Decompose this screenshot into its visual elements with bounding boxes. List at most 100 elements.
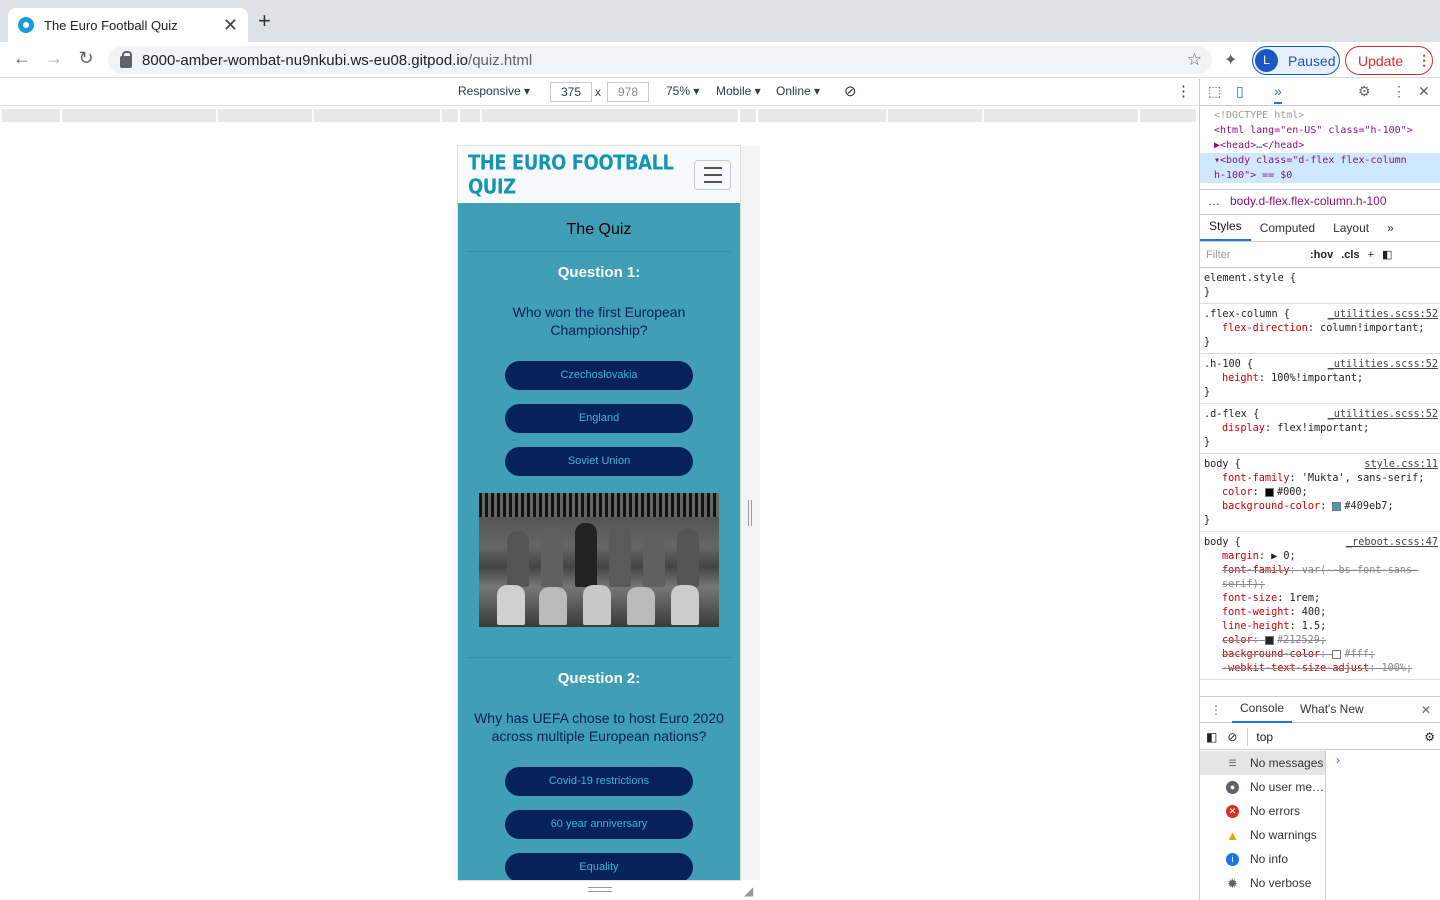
css-rule[interactable]: body {_reboot.scss:47 margin: ▶ 0; font-fa…: [1200, 532, 1440, 680]
css-property[interactable]: background-color: #fff;: [1204, 648, 1436, 662]
console-prompt-icon[interactable]: ›: [1336, 753, 1340, 767]
css-rule[interactable]: element.style {}: [1200, 268, 1440, 304]
filter-messages[interactable]: ☰ No messages: [1200, 751, 1325, 775]
answer-button[interactable]: 60 year anniversary: [505, 810, 693, 839]
css-source-link[interactable]: _utilities.scss:52: [1328, 358, 1438, 372]
answer-button[interactable]: Covid-19 restrictions: [505, 767, 693, 796]
inspect-element-icon[interactable]: ⬚: [1208, 83, 1221, 100]
breadcrumb-more-icon[interactable]: …: [1208, 194, 1220, 208]
browser-tab[interactable]: The Euro Football Quiz ✕: [8, 8, 248, 42]
context-selector[interactable]: top: [1247, 727, 1377, 746]
tab-more[interactable]: »: [1378, 221, 1403, 241]
css-property[interactable]: margin: ▶ 0;: [1204, 550, 1436, 564]
more-panels-icon[interactable]: »: [1274, 83, 1282, 104]
filter-user-messages[interactable]: ● No user me…: [1200, 775, 1325, 799]
color-swatch[interactable]: [1332, 501, 1342, 511]
dom-line[interactable]: <html lang="en-US" class="h-100">: [1214, 123, 1440, 138]
filter-warnings[interactable]: ▲ No warnings: [1200, 823, 1325, 847]
css-source-link[interactable]: style.css:11: [1364, 458, 1438, 472]
filter-info[interactable]: i No info: [1200, 847, 1325, 871]
zoom-dropdown[interactable]: 75% ▾: [666, 84, 699, 98]
filter-errors[interactable]: ✕ No errors: [1200, 799, 1325, 823]
hamburger-menu-button[interactable]: [694, 159, 731, 190]
css-source-link[interactable]: _reboot.scss:47: [1346, 536, 1438, 550]
console-sidebar-icon[interactable]: ◧: [1206, 730, 1217, 744]
css-property[interactable]: display: flex!important;: [1204, 422, 1436, 436]
color-swatch[interactable]: [1332, 649, 1342, 659]
css-property[interactable]: line-height: 1.5;: [1204, 620, 1436, 634]
new-tab-icon[interactable]: +: [258, 10, 271, 32]
filter-input[interactable]: Filter: [1206, 249, 1302, 261]
css-property[interactable]: font-size: 1rem;: [1204, 592, 1436, 606]
hov-toggle[interactable]: :hov: [1310, 249, 1333, 261]
resize-corner-icon[interactable]: ◢: [744, 884, 753, 898]
answer-button[interactable]: England: [505, 404, 693, 433]
profile-button[interactable]: L Paused: [1252, 46, 1340, 75]
answer-button[interactable]: Soviet Union: [505, 447, 693, 476]
css-rule[interactable]: .flex-column {_utilities.scss:52 flex-dir…: [1200, 304, 1440, 354]
color-swatch[interactable]: [1264, 635, 1274, 645]
css-property[interactable]: font-weight: 400;: [1204, 606, 1436, 620]
devtools-menu-icon[interactable]: ⋮: [1392, 83, 1406, 100]
more-options-icon[interactable]: ⋮: [1176, 82, 1191, 100]
console-sidebar: ☰ No messages ● No user me… ✕ No errors ▲ No…: [1200, 751, 1326, 900]
throttle-dropdown[interactable]: Mobile ▾: [716, 84, 761, 98]
reload-icon[interactable]: ↻: [74, 48, 98, 69]
address-bar[interactable]: 8000-amber-wombat-nu9nkubi.ws-eu08.gitpo…: [108, 46, 1212, 74]
dom-line-selected[interactable]: h-100"> == $0: [1200, 168, 1440, 183]
css-rule[interactable]: .d-flex {_utilities.scss:52 display: flex…: [1200, 404, 1440, 454]
cls-toggle[interactable]: .cls: [1341, 249, 1359, 261]
css-property[interactable]: flex-direction: column!important;: [1204, 322, 1436, 336]
answer-button[interactable]: Czechoslovakia: [505, 361, 693, 390]
css-property[interactable]: height: 100%!important;: [1204, 372, 1436, 386]
tab-computed[interactable]: Computed: [1251, 221, 1324, 241]
question-number: Question 2:: [557, 670, 641, 687]
resize-handle-bottom[interactable]: [588, 887, 612, 892]
rotate-icon[interactable]: ⊘: [844, 82, 857, 100]
dom-line[interactable]: <!DOCTYPE html>: [1214, 108, 1440, 123]
console-settings-icon[interactable]: ⚙: [1424, 730, 1435, 744]
bookmark-star-icon[interactable]: ☆: [1187, 50, 1202, 70]
css-property[interactable]: font-family: 'Mukta', sans-serif;: [1204, 472, 1436, 486]
resize-handle-right[interactable]: [748, 500, 752, 526]
css-property-name: line-height: [1222, 621, 1290, 632]
css-source-link[interactable]: _utilities.scss:52: [1328, 408, 1438, 422]
add-rule-icon[interactable]: +: [1368, 249, 1374, 261]
css-property[interactable]: font-family: var(--bs-font-sans-serif);: [1204, 564, 1436, 592]
css-property[interactable]: color: #000;: [1204, 486, 1436, 500]
tab-console[interactable]: Console: [1232, 696, 1293, 723]
responsive-dropdown[interactable]: Responsive ▾: [458, 84, 530, 98]
device-toggle-icon[interactable]: ▯: [1236, 83, 1244, 100]
css-property[interactable]: color: #212529;: [1204, 634, 1436, 648]
close-drawer-icon[interactable]: ✕: [1421, 703, 1431, 717]
tab-styles[interactable]: Styles: [1200, 219, 1251, 241]
css-property[interactable]: -webkit-text-size-adjust: 100%;: [1204, 662, 1436, 676]
dom-line[interactable]: ▶<head>…</head>: [1214, 138, 1440, 153]
settings-gear-icon[interactable]: ⚙: [1358, 83, 1371, 100]
color-swatch[interactable]: [1264, 487, 1274, 497]
css-source-link[interactable]: _utilities.scss:52: [1328, 308, 1438, 322]
tab-whats-new[interactable]: What's New: [1292, 697, 1372, 722]
dom-line-selected[interactable]: ▾<body class="d-flex flex-column: [1200, 153, 1440, 168]
css-property[interactable]: background-color: #409eb7;: [1204, 500, 1436, 514]
close-devtools-icon[interactable]: ✕: [1418, 83, 1430, 100]
breadcrumb-item[interactable]: body.d-flex.flex-column.h-100: [1230, 194, 1387, 208]
drawer-menu-icon[interactable]: ⋮: [1200, 703, 1232, 717]
height-input[interactable]: 978: [607, 82, 649, 102]
tab-layout[interactable]: Layout: [1324, 221, 1378, 241]
css-rule[interactable]: body {style.css:11 font-family: 'Mukta', …: [1200, 454, 1440, 532]
forward-icon[interactable]: →: [42, 48, 66, 69]
width-input[interactable]: 375: [550, 82, 592, 102]
sidebar-toggle-icon[interactable]: ◧: [1382, 248, 1392, 261]
network-dropdown[interactable]: Online ▾: [776, 84, 820, 98]
site-brand[interactable]: THE EURO FOOTBALL QUIZ: [468, 150, 694, 198]
update-button[interactable]: Update ⋮: [1345, 46, 1433, 75]
filter-verbose[interactable]: ✹ No verbose: [1200, 871, 1325, 895]
close-tab-icon[interactable]: ✕: [223, 16, 238, 34]
css-rule[interactable]: .h-100 {_utilities.scss:52 height: 100%!i…: [1200, 354, 1440, 404]
answer-button[interactable]: Equality: [505, 853, 693, 880]
clear-console-icon[interactable]: ⊘: [1227, 730, 1237, 744]
extensions-icon[interactable]: ✦: [1224, 50, 1237, 70]
back-icon[interactable]: ←: [10, 48, 34, 69]
media-query-ruler[interactable]: [0, 107, 1198, 124]
